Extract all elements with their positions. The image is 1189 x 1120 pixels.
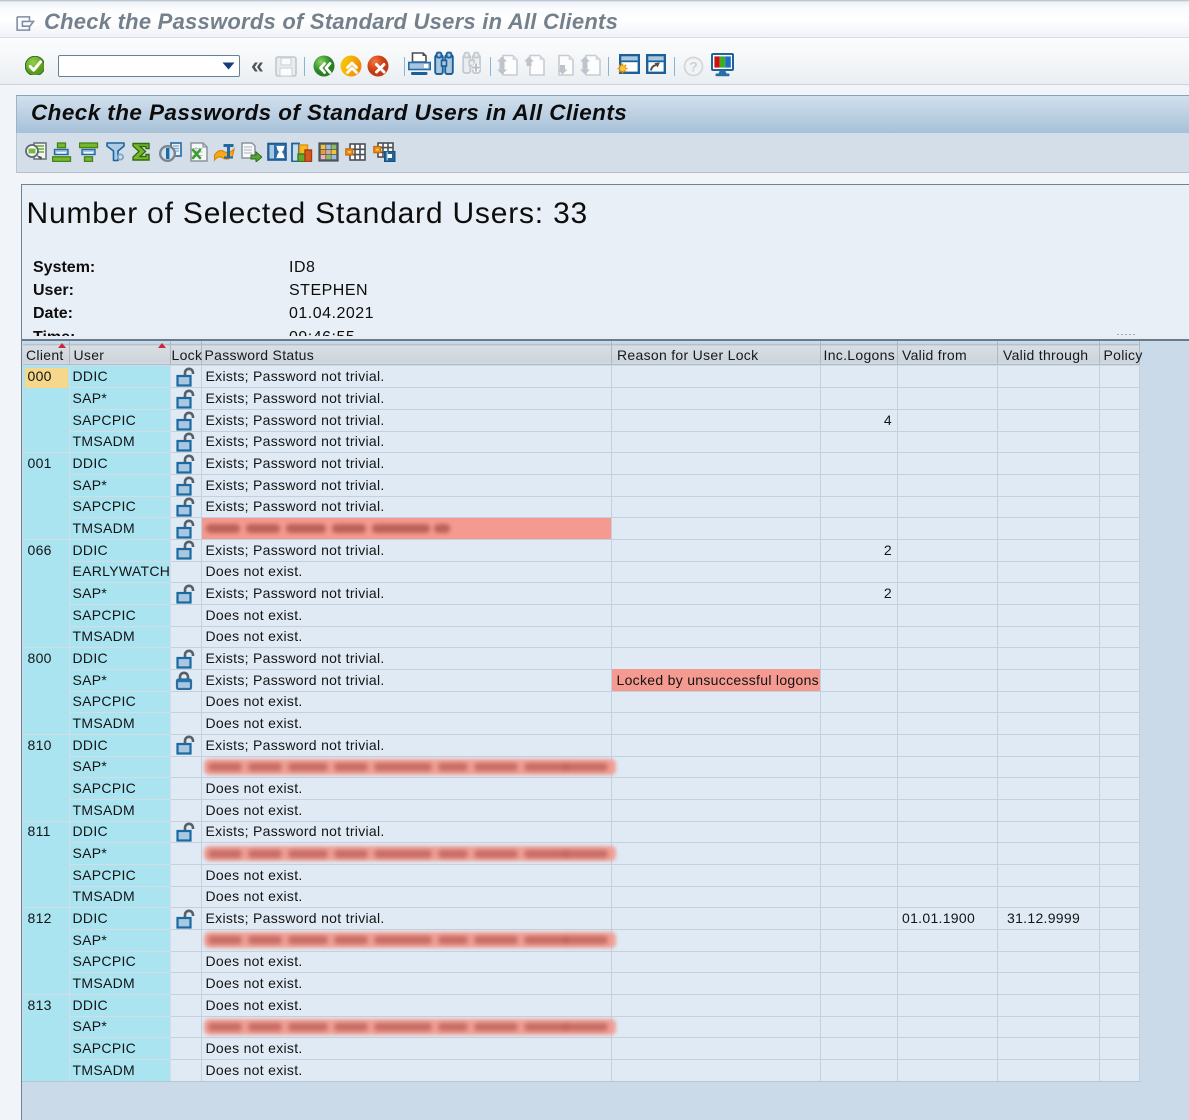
svg-text:?: ? <box>689 59 698 75</box>
